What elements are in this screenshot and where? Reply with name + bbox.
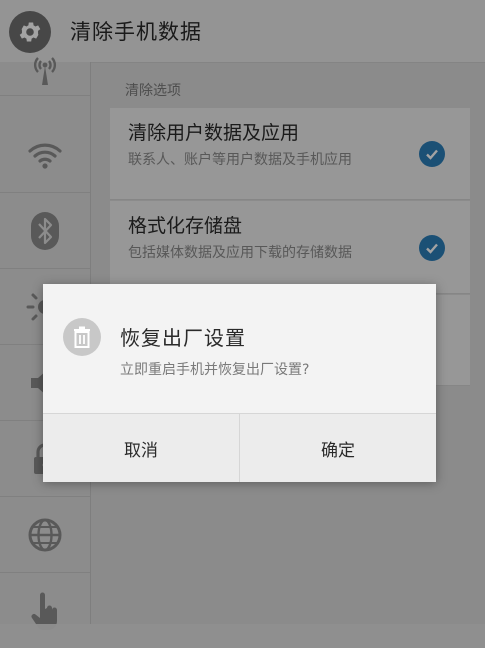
dialog-button-bar: 取消 确定 xyxy=(43,413,436,482)
dialog-message: 立即重启手机并恢复出厂设置? xyxy=(120,362,310,378)
confirm-button[interactable]: 确定 xyxy=(239,414,436,482)
cancel-button[interactable]: 取消 xyxy=(43,414,239,482)
dialog-title: 恢复出厂设置 xyxy=(120,326,246,350)
factory-reset-dialog: 恢复出厂设置 立即重启手机并恢复出厂设置? 取消 确定 xyxy=(43,284,436,482)
trash-icon xyxy=(63,318,101,356)
